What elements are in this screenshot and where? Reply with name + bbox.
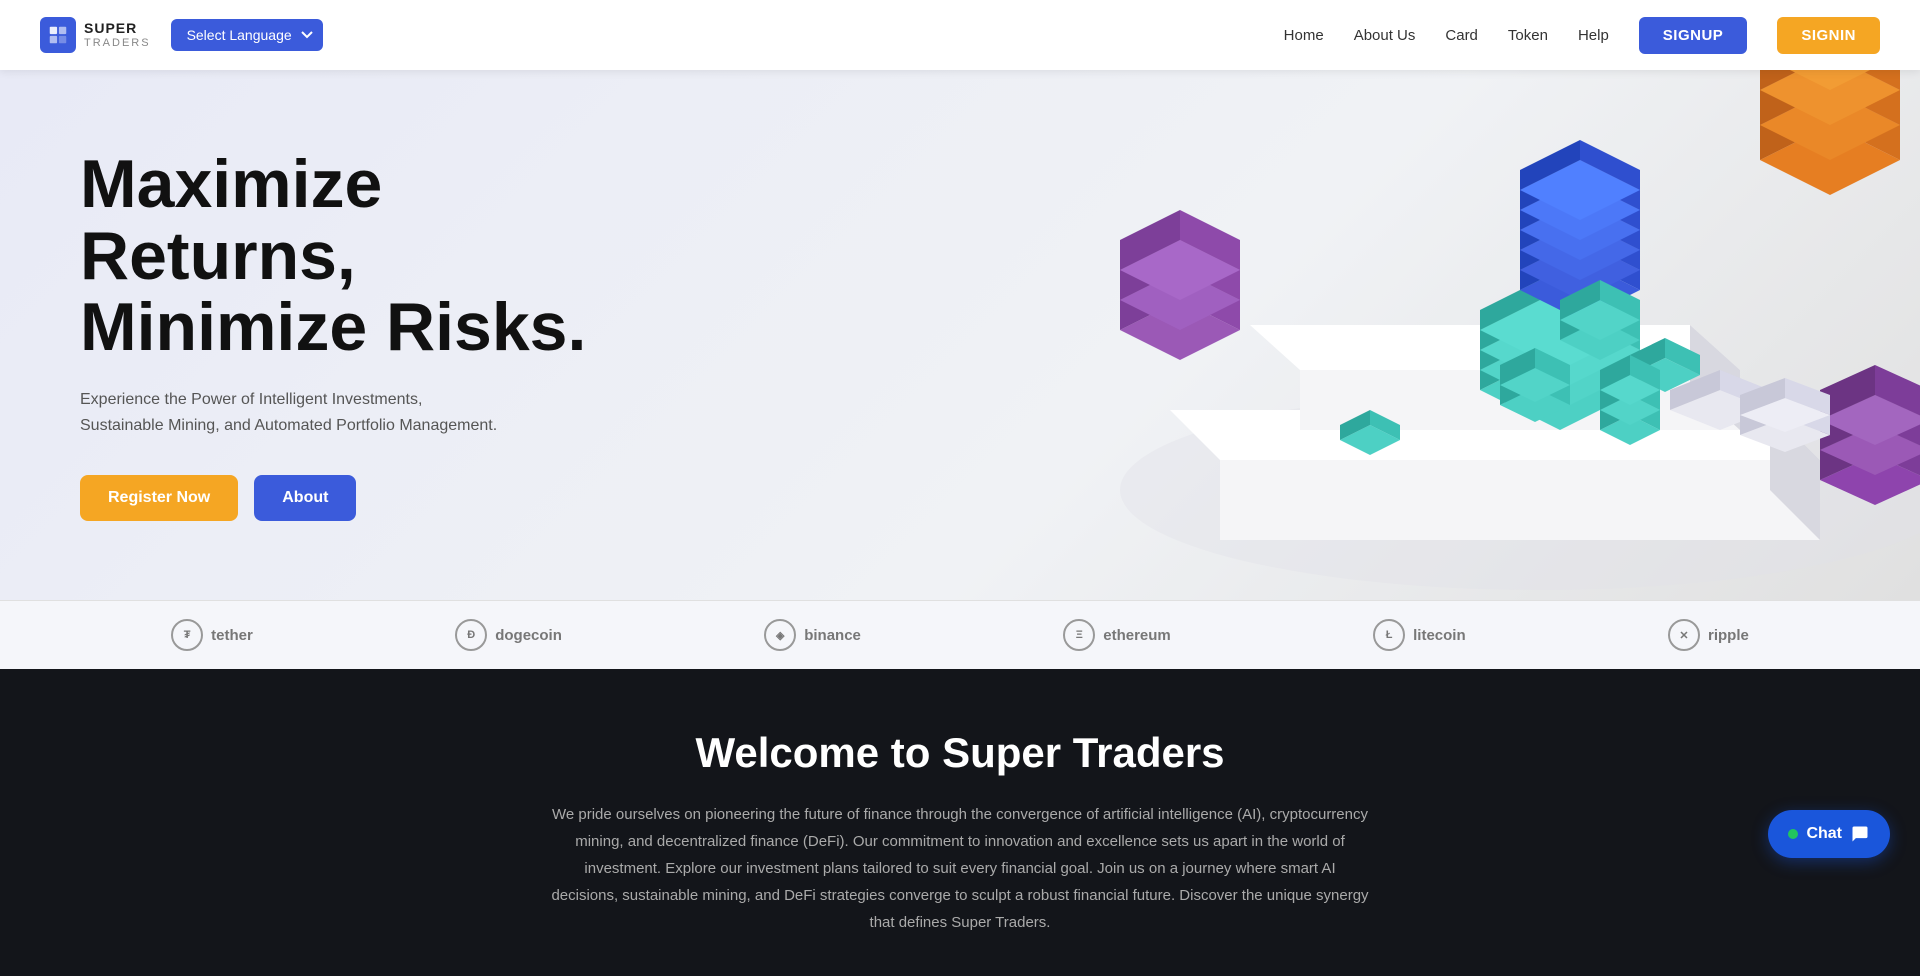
ripple-icon: ✕ bbox=[1668, 619, 1700, 651]
about-button[interactable]: About bbox=[254, 475, 356, 521]
dogecoin-icon: Ð bbox=[455, 619, 487, 651]
language-select[interactable]: Select LanguageEnglishSpanishFrenchGerma… bbox=[171, 19, 323, 51]
crypto-dogecoin: Ð dogecoin bbox=[455, 619, 562, 651]
crypto-ethereum: Ξ ethereum bbox=[1063, 619, 1171, 651]
signin-button[interactable]: SIGNIN bbox=[1777, 17, 1880, 54]
navbar: SUPER TRADERS Select LanguageEnglishSpan… bbox=[0, 0, 1920, 70]
hero-title-line3: Minimize Risks. bbox=[80, 289, 586, 365]
navbar-right: Home About Us Card Token Help SIGNUP SIG… bbox=[1284, 17, 1880, 54]
nav-home[interactable]: Home bbox=[1284, 27, 1324, 44]
logo: SUPER TRADERS bbox=[40, 17, 151, 53]
hero-title-line2: Returns, bbox=[80, 218, 356, 294]
logo-text: SUPER TRADERS bbox=[84, 21, 151, 48]
signup-button[interactable]: SIGNUP bbox=[1639, 17, 1748, 54]
chat-icon bbox=[1850, 824, 1870, 844]
chat-status-dot bbox=[1788, 829, 1798, 839]
welcome-section: Welcome to Super Traders We pride oursel… bbox=[0, 669, 1920, 976]
nav-help[interactable]: Help bbox=[1578, 27, 1609, 44]
crypto-binance: ◈ binance bbox=[764, 619, 861, 651]
welcome-text: We pride ourselves on pioneering the fut… bbox=[550, 801, 1370, 936]
ethereum-icon: Ξ bbox=[1063, 619, 1095, 651]
hero-buttons: Register Now About bbox=[80, 475, 586, 521]
nav-card[interactable]: Card bbox=[1445, 27, 1478, 44]
logo-traders: TRADERS bbox=[84, 37, 151, 49]
logo-super: SUPER bbox=[84, 21, 151, 36]
welcome-title: Welcome to Super Traders bbox=[80, 729, 1840, 777]
dogecoin-label: dogecoin bbox=[495, 627, 562, 644]
hero-3d-scene bbox=[920, 70, 1920, 600]
crypto-litecoin: Ł litecoin bbox=[1373, 619, 1466, 651]
crypto-tether: ₮ tether bbox=[171, 619, 253, 651]
hero-title: Maximize Returns, Minimize Risks. bbox=[80, 149, 586, 363]
tether-icon: ₮ bbox=[171, 619, 203, 651]
nav-token[interactable]: Token bbox=[1508, 27, 1548, 44]
register-now-button[interactable]: Register Now bbox=[80, 475, 238, 521]
ripple-label: ripple bbox=[1708, 627, 1749, 644]
crypto-strip: ₮ tether Ð dogecoin ◈ binance Ξ ethereum… bbox=[0, 600, 1920, 669]
chat-label: Chat bbox=[1806, 825, 1842, 843]
logo-icon bbox=[40, 17, 76, 53]
navbar-left: SUPER TRADERS Select LanguageEnglishSpan… bbox=[40, 17, 323, 53]
hero-section: Maximize Returns, Minimize Risks. Experi… bbox=[0, 70, 1920, 600]
binance-icon: ◈ bbox=[764, 619, 796, 651]
hero-subtitle: Experience the Power of Intelligent Inve… bbox=[80, 387, 500, 438]
chat-button[interactable]: Chat bbox=[1768, 810, 1890, 858]
hero-title-line1: Maximize bbox=[80, 146, 382, 222]
tether-label: tether bbox=[211, 627, 253, 644]
litecoin-icon: Ł bbox=[1373, 619, 1405, 651]
litecoin-label: litecoin bbox=[1413, 627, 1466, 644]
3d-illustration bbox=[920, 70, 1920, 600]
binance-label: binance bbox=[804, 627, 861, 644]
nav-about-us[interactable]: About Us bbox=[1354, 27, 1416, 44]
hero-content: Maximize Returns, Minimize Risks. Experi… bbox=[0, 89, 666, 580]
crypto-ripple: ✕ ripple bbox=[1668, 619, 1749, 651]
ethereum-label: ethereum bbox=[1103, 627, 1171, 644]
